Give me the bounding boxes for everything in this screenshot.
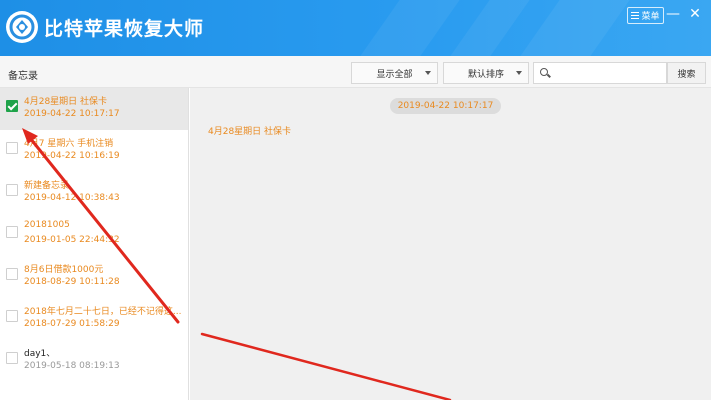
notes-list: 4月28星期日 社保卡 2019-04-22 10:17:17 4月7 星期六 …: [0, 88, 189, 400]
note-date: 2019-04-22 10:16:19: [24, 151, 120, 161]
note-date: 2018-08-29 10:11:28: [24, 277, 120, 287]
note-date: 2019-04-12 10:38:43: [24, 193, 120, 203]
minimize-button[interactable]: —: [665, 6, 681, 22]
note-title: 4月28星期日 社保卡: [24, 97, 108, 107]
note-date: 2019-04-22 10:17:17: [24, 109, 120, 119]
app-title: 比特苹果恢复大师: [44, 18, 205, 40]
note-date: 2019-01-05 22:44:32: [24, 235, 120, 245]
item-checkbox[interactable]: [6, 226, 18, 238]
filter-dropdown[interactable]: 显示全部: [351, 62, 438, 84]
menu-label: 菜单: [641, 12, 660, 22]
note-title: 新建备忘录: [24, 181, 70, 191]
filter-dropdown-label: 显示全部: [376, 69, 413, 80]
note-title: day1、: [24, 349, 56, 359]
list-item[interactable]: 8月6日借款1000元 2018-08-29 10:11:28: [0, 256, 188, 298]
list-item[interactable]: 4月7 星期六 手机注销 2019-04-22 10:16:19: [0, 130, 188, 172]
search-input[interactable]: [552, 65, 662, 81]
note-title: 4月7 星期六 手机注销: [24, 139, 114, 149]
chevron-down-icon: [425, 71, 431, 75]
search-button[interactable]: 搜索: [667, 62, 706, 84]
note-title: 8月6日借款1000元: [24, 265, 104, 275]
chevron-down-icon: [516, 71, 522, 75]
list-item[interactable]: day1、 2019-05-18 08:19:13: [0, 340, 188, 382]
search-icon: [540, 68, 548, 76]
item-checkbox[interactable]: [6, 184, 18, 196]
title-bar-decoration: [450, 0, 530, 56]
item-checkbox[interactable]: [6, 100, 18, 112]
note-date: 2018-07-29 01:58:29: [24, 319, 120, 329]
close-button[interactable]: ✕: [687, 6, 703, 22]
item-checkbox[interactable]: [6, 310, 18, 322]
list-item[interactable]: 4月28星期日 社保卡 2019-04-22 10:17:17: [0, 88, 188, 130]
list-item[interactable]: 20181005 2019-01-05 22:44:32: [0, 214, 188, 256]
title-bar-decoration: [360, 0, 460, 56]
section-label: 备忘录: [8, 71, 38, 82]
title-bar-decoration: [520, 0, 630, 56]
note-date: 2019-05-18 08:19:13: [24, 361, 120, 371]
note-title: 2018年七月二十七日，已经不记得这...: [24, 307, 182, 317]
note-detail-pane: 2019-04-22 10:17:17 4月28星期日 社保卡: [190, 88, 711, 400]
note-content: 4月28星期日 社保卡: [208, 127, 292, 137]
search-box[interactable]: [533, 62, 667, 84]
sort-dropdown-label: 默认排序: [467, 69, 504, 80]
list-item[interactable]: 2018年七月二十七日，已经不记得这... 2018-07-29 01:58:2…: [0, 298, 188, 340]
note-title: 20181005: [24, 220, 70, 230]
menu-button[interactable]: 菜单: [627, 7, 664, 24]
item-checkbox[interactable]: [6, 268, 18, 280]
item-checkbox[interactable]: [6, 142, 18, 154]
sort-dropdown[interactable]: 默认排序: [443, 62, 529, 84]
app-logo-icon: [6, 11, 38, 43]
note-date-badge: 2019-04-22 10:17:17: [390, 98, 501, 114]
list-item[interactable]: 新建备忘录 2019-04-12 10:38:43: [0, 172, 188, 214]
title-bar: 比特苹果恢复大师 菜单 — ✕: [0, 0, 711, 56]
menu-icon: [631, 12, 640, 19]
item-checkbox[interactable]: [6, 352, 18, 364]
